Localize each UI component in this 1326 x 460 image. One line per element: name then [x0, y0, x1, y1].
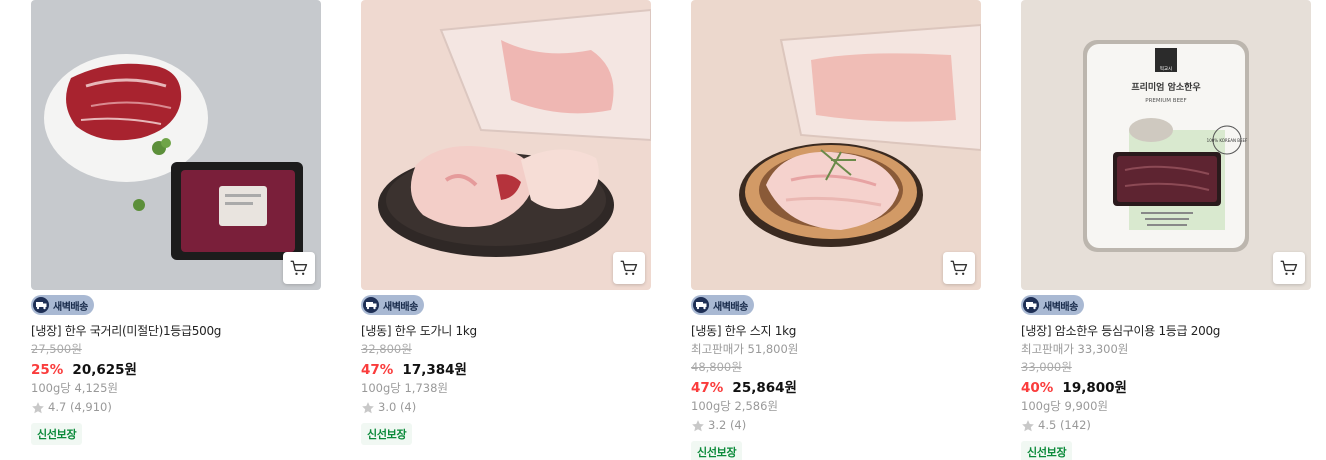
- truck-icon: [1023, 297, 1039, 313]
- unit-price: 100g당 2,586원: [691, 399, 778, 413]
- rating-text: 3.0 (4): [378, 400, 417, 414]
- original-price: 33,000원: [1021, 360, 1072, 374]
- cart-icon: [950, 260, 968, 275]
- price-row: 47% 25,864원: [691, 378, 981, 397]
- unit-price: 100g당 9,900원: [1021, 399, 1108, 413]
- star-icon: [692, 419, 704, 431]
- rating: 3.0 (4): [361, 400, 651, 415]
- original-price: 27,500원: [31, 342, 82, 356]
- rating: 3.2 (4): [691, 418, 981, 433]
- star-icon: [32, 401, 44, 413]
- badge-label: 새벽배송: [53, 301, 88, 313]
- rating: 4.5 (142): [1021, 418, 1311, 433]
- discount-rate: 40%: [1021, 380, 1054, 396]
- truck-icon: [363, 297, 379, 313]
- svg-text:프리미엄 암소한우: 프리미엄 암소한우: [1131, 81, 1200, 93]
- product-card[interactable]: 떡교시 프리미엄 암소한우 PREMIUM BEEF 100% KOREAN B…: [1021, 0, 1311, 460]
- beef-soup-cut-photo: [31, 0, 321, 290]
- freshness-guarantee-tag: 신선보장: [691, 441, 743, 460]
- sale-price: 17,384원: [402, 362, 467, 378]
- sale-price: 20,625원: [72, 362, 137, 378]
- discount-rate: 47%: [691, 380, 724, 396]
- original-price: 48,800원: [691, 360, 742, 374]
- premium-beef-package-photo: 떡교시 프리미엄 암소한우 PREMIUM BEEF 100% KOREAN B…: [1021, 0, 1311, 290]
- beef-tendon-photo: [691, 0, 981, 290]
- dawn-delivery-badge: 새벽배송: [361, 295, 424, 315]
- svg-text:PREMIUM BEEF: PREMIUM BEEF: [1145, 98, 1186, 104]
- cart-icon: [1280, 260, 1298, 275]
- cart-icon: [620, 260, 638, 275]
- rating-text: 4.7 (4,910): [48, 400, 112, 414]
- price-row: 47% 17,384원: [361, 360, 651, 379]
- badge-label: 새벽배송: [1043, 301, 1078, 313]
- product-card[interactable]: 새벽배송 [냉장] 한우 국거리(미절단)1등급500g 27,500원 25%…: [31, 0, 321, 445]
- max-selling-price: 최고판매가 51,800원: [691, 342, 799, 356]
- discount-rate: 25%: [31, 362, 64, 378]
- price-row: 40% 19,800원: [1021, 378, 1311, 397]
- add-to-cart-button[interactable]: [1273, 252, 1305, 284]
- product-title[interactable]: [냉동] 한우 스지 1kg: [691, 323, 981, 339]
- product-card[interactable]: 새벽배송 [냉동] 한우 스지 1kg 최고판매가 51,800원 48,800…: [691, 0, 981, 460]
- product-image[interactable]: [361, 0, 651, 290]
- rating-text: 4.5 (142): [1038, 418, 1091, 432]
- sale-price: 25,864원: [732, 380, 797, 396]
- truck-icon: [33, 297, 49, 313]
- add-to-cart-button[interactable]: [613, 252, 645, 284]
- product-image[interactable]: [31, 0, 321, 290]
- dawn-delivery-badge: 새벽배송: [1021, 295, 1084, 315]
- truck-icon: [693, 297, 709, 313]
- product-title[interactable]: [냉동] 한우 도가니 1kg: [361, 323, 651, 339]
- max-selling-price: 최고판매가 33,300원: [1021, 342, 1129, 356]
- freshness-guarantee-tag: 신선보장: [361, 423, 413, 445]
- rating: 4.7 (4,910): [31, 400, 321, 415]
- add-to-cart-button[interactable]: [283, 252, 315, 284]
- svg-text:100% KOREAN BEEF: 100% KOREAN BEEF: [1207, 138, 1248, 143]
- price-row: 25% 20,625원: [31, 360, 321, 379]
- product-title[interactable]: [냉장] 암소한우 등심구이용 1등급 200g: [1021, 323, 1311, 339]
- dawn-delivery-badge: 새벽배송: [31, 295, 94, 315]
- add-to-cart-button[interactable]: [943, 252, 975, 284]
- cart-icon: [290, 260, 308, 275]
- svg-text:떡교시: 떡교시: [1160, 65, 1172, 72]
- badge-label: 새벽배송: [713, 301, 748, 313]
- unit-price: 100g당 1,738원: [361, 381, 448, 395]
- star-icon: [362, 401, 374, 413]
- unit-price: 100g당 4,125원: [31, 381, 118, 395]
- product-image[interactable]: [691, 0, 981, 290]
- freshness-guarantee-tag: 신선보장: [31, 423, 83, 445]
- product-grid: 새벽배송 [냉장] 한우 국거리(미절단)1등급500g 27,500원 25%…: [0, 0, 1326, 460]
- discount-rate: 47%: [361, 362, 394, 378]
- original-price: 32,800원: [361, 342, 412, 356]
- dawn-delivery-badge: 새벽배송: [691, 295, 754, 315]
- product-image[interactable]: 떡교시 프리미엄 암소한우 PREMIUM BEEF 100% KOREAN B…: [1021, 0, 1311, 290]
- star-icon: [1022, 419, 1034, 431]
- product-card[interactable]: 새벽배송 [냉동] 한우 도가니 1kg 32,800원 47% 17,384원…: [361, 0, 651, 445]
- beef-knee-bone-photo: [361, 0, 651, 290]
- freshness-guarantee-tag: 신선보장: [1021, 441, 1073, 460]
- sale-price: 19,800원: [1062, 380, 1127, 396]
- badge-label: 새벽배송: [383, 301, 418, 313]
- rating-text: 3.2 (4): [708, 418, 747, 432]
- product-title[interactable]: [냉장] 한우 국거리(미절단)1등급500g: [31, 323, 321, 339]
